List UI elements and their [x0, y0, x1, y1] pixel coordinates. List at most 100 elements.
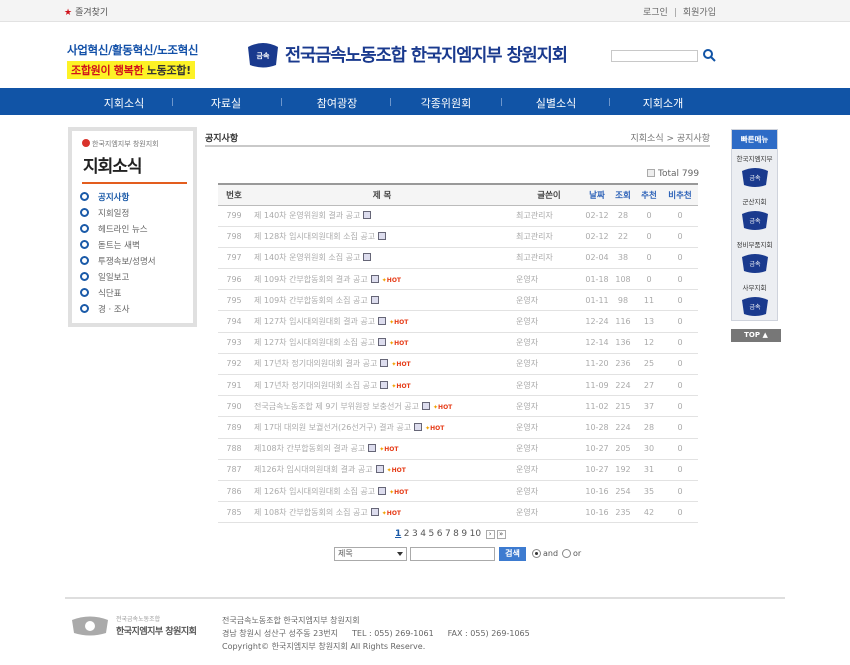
org-title[interactable]: 전국금속노동조합 한국지엠지부 창원지회: [285, 42, 568, 67]
row-writer[interactable]: 운영자: [514, 310, 584, 333]
col-unrecommend[interactable]: 비추천: [662, 183, 698, 206]
row-subject[interactable]: 제 109차 간부합동회의 소집 공고: [250, 289, 514, 312]
footer-org: 한국지엠지부 창원지회: [116, 627, 197, 637]
nav-item-about[interactable]: 지회소개: [613, 95, 713, 111]
quick-item-gunsan[interactable]: 군산지회 금속: [732, 192, 777, 235]
search-input[interactable]: [410, 547, 495, 561]
row-subject[interactable]: 제 17년차 정기대의원대회 소집 공고 ✦HOT: [250, 374, 514, 397]
page-link[interactable]: 3: [412, 529, 418, 539]
row-date: 11-09: [584, 374, 610, 397]
quick-item-gm[interactable]: 한국지엠지부 금속: [732, 149, 777, 192]
search-button[interactable]: 검색: [499, 547, 526, 561]
page-link[interactable]: 9: [461, 529, 467, 539]
col-views[interactable]: 조회: [610, 183, 636, 206]
row-writer[interactable]: 운영자: [514, 289, 584, 312]
row-writer[interactable]: 운영자: [514, 332, 584, 354]
row-writer[interactable]: 운영자: [514, 501, 584, 524]
row-num: 794: [218, 310, 250, 333]
table-header-row: 번호 제 목 글쓴이 날짜 조회 추천 비추천: [218, 183, 698, 206]
sidebar-item-events[interactable]: 경 · 조사: [80, 303, 156, 319]
join-link[interactable]: 회원가입: [683, 8, 716, 18]
page-link[interactable]: 10: [470, 529, 481, 539]
row-views: 205: [610, 438, 636, 460]
row-date: 10-27: [584, 438, 610, 460]
row-subject[interactable]: 제126차 임시대의원대회 결과 공고 ✦HOT: [250, 459, 514, 481]
row-subject[interactable]: 제108차 간부합동회의 결과 공고 ✦HOT: [250, 438, 514, 460]
page-link[interactable]: 4: [420, 529, 426, 539]
sidebar-item-dawn[interactable]: 돋트는 새벽: [80, 239, 156, 255]
col-recommend[interactable]: 추천: [636, 183, 662, 206]
col-date[interactable]: 날짜: [584, 183, 610, 206]
sidebar-item-schedule[interactable]: 지회일정: [80, 207, 156, 223]
or-label: or: [573, 549, 582, 558]
sidebar-item-notice[interactable]: 공지사항: [80, 191, 156, 207]
row-date: 12-14: [584, 332, 610, 354]
row-subject[interactable]: 제 108차 간부합동회의 소집 공고 ✦HOT: [250, 501, 514, 524]
row-writer[interactable]: 운영자: [514, 268, 584, 291]
row-subject[interactable]: 제 128차 임시대의원대회 소집 공고: [250, 226, 514, 248]
row-subject[interactable]: 제 17년차 정기대의원대회 결과 공고 ✦HOT: [250, 353, 514, 376]
row-unrecommend: 0: [662, 501, 698, 524]
row-writer[interactable]: 운영자: [514, 395, 584, 418]
sidebar-item-menu[interactable]: 식단표: [80, 287, 156, 303]
hot-icon: ✦HOT: [425, 424, 445, 432]
sidebar-item-headline[interactable]: 헤드라인 뉴스: [80, 223, 156, 239]
row-writer[interactable]: 운영자: [514, 459, 584, 481]
row-date: 02-04: [584, 247, 610, 270]
row-writer[interactable]: 운영자: [514, 416, 584, 439]
row-subject[interactable]: 제 109차 간부합동회의 결과 공고 ✦HOT: [250, 268, 514, 291]
row-subject[interactable]: 제 127차 임시대의원대회 소집 공고 ✦HOT: [250, 332, 514, 354]
file-icon: [363, 253, 372, 262]
row-writer[interactable]: 최고관리자: [514, 247, 584, 270]
page-link[interactable]: 2: [404, 529, 410, 539]
row-writer[interactable]: 운영자: [514, 374, 584, 397]
row-subject[interactable]: 제 140차 운영위원회 소집 공고: [250, 247, 514, 270]
quick-item-office[interactable]: 사무지회 금속: [732, 278, 777, 321]
favorite-link[interactable]: ★ 즐겨찾기: [64, 5, 108, 18]
row-subject[interactable]: 제 126차 임시대의원대회 소집 공고 ✦HOT: [250, 480, 514, 503]
nav-item-forum[interactable]: 참여광장: [287, 95, 387, 111]
or-radio[interactable]: [562, 549, 571, 558]
file-icon: [370, 274, 379, 283]
svg-text:금속: 금속: [749, 174, 761, 182]
page-link[interactable]: 6: [437, 529, 443, 539]
row-date: 11-02: [584, 395, 610, 418]
top-button[interactable]: TOP ▲: [731, 329, 781, 342]
row-num: 795: [218, 289, 250, 312]
nav-item-news[interactable]: 지회소식: [74, 95, 174, 111]
row-subject[interactable]: 제 127차 임시대의원대회 결과 공고 ✦HOT: [250, 310, 514, 333]
search-field-select[interactable]: 제목: [334, 547, 407, 561]
union-logo-icon: 금속: [741, 168, 768, 187]
row-subject[interactable]: 제 140차 운영위원회 결과 공고: [250, 205, 514, 227]
row-writer[interactable]: 최고관리자: [514, 205, 584, 227]
row-unrecommend: 0: [662, 480, 698, 503]
quick-item-parts[interactable]: 정비부품지회 금속: [732, 235, 777, 278]
row-writer[interactable]: 운영자: [514, 438, 584, 460]
page-link[interactable]: 8: [453, 529, 459, 539]
row-unrecommend: 0: [662, 459, 698, 481]
page-link[interactable]: 1: [395, 529, 401, 539]
header-search-input[interactable]: [611, 50, 698, 62]
row-unrecommend: 0: [662, 247, 698, 270]
union-logo[interactable]: 금속: [246, 39, 280, 69]
page-link[interactable]: 5: [428, 529, 434, 539]
row-writer[interactable]: 최고관리자: [514, 226, 584, 248]
search-icon[interactable]: [702, 48, 716, 62]
nav-item-archive[interactable]: 자료실: [176, 95, 276, 111]
row-subject[interactable]: 전국금속노동조합 제 9기 부위원장 보충선거 공고 ✦HOT: [250, 395, 514, 418]
sidebar-item-bulletin[interactable]: 투쟁속보/성명서: [80, 255, 156, 271]
circle-bullet-icon: [80, 304, 89, 313]
next-page-icon[interactable]: ›: [485, 530, 495, 539]
login-link[interactable]: 로그인: [643, 8, 668, 18]
row-writer[interactable]: 운영자: [514, 353, 584, 376]
page-link[interactable]: 7: [445, 529, 451, 539]
and-radio[interactable]: [532, 549, 541, 558]
sidebar-item-daily[interactable]: 일일보고: [80, 271, 156, 287]
nav-item-dept-news[interactable]: 실별소식: [506, 95, 606, 111]
row-writer[interactable]: 운영자: [514, 480, 584, 503]
row-subject[interactable]: 제 17대 대의원 보궐선거(26선거구) 결과 공고 ✦HOT: [250, 416, 514, 439]
union-logo-icon: 금속: [741, 211, 768, 230]
nav-item-committees[interactable]: 각종위원회: [396, 95, 496, 111]
table-row: 798 제 128차 임시대의원대회 소집 공고 최고관리자 02-12 22 0 0: [218, 226, 698, 248]
last-page-icon[interactable]: »: [496, 530, 506, 539]
